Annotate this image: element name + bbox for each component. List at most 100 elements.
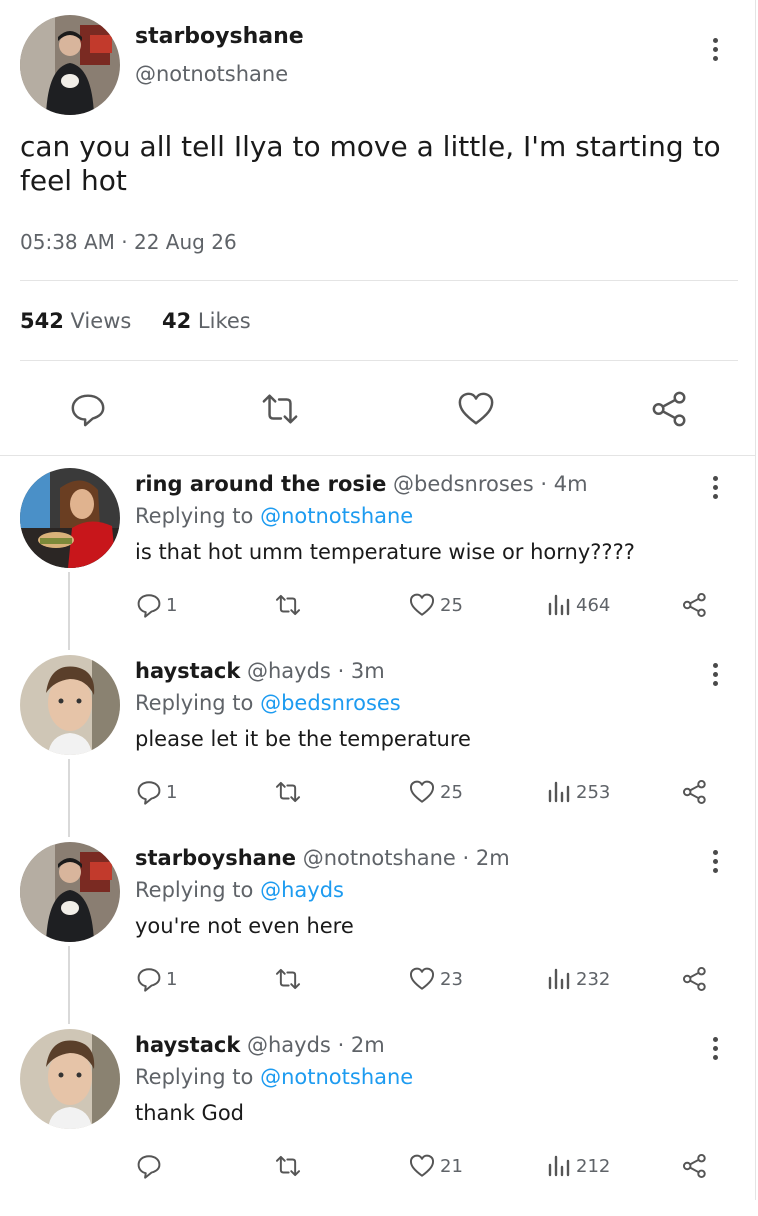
reply-time: · 4m [540, 472, 588, 496]
views-icon [548, 594, 570, 616]
like-count: 21 [440, 1155, 463, 1177]
reply-share-button[interactable] [682, 592, 708, 618]
reply-share-button[interactable] [682, 779, 708, 805]
replying-mention-link[interactable]: @hayds [260, 878, 344, 902]
reply-comment-button[interactable]: 1 [136, 966, 177, 992]
reply-author-name[interactable]: starboyshane [135, 846, 296, 870]
reply-like-button[interactable]: 25 [408, 779, 463, 805]
comment-icon [137, 1155, 161, 1179]
replying-to: Replying to @notnotshane [135, 1065, 413, 1089]
reply-item[interactable]: ring around the rosie @bedsnroses · 4m R… [0, 468, 758, 655]
replying-to: Replying to @bedsnroses [135, 691, 401, 715]
reply-handle[interactable]: @bedsnroses [393, 472, 534, 496]
reply-like-button[interactable]: 23 [408, 966, 463, 992]
heart-icon [409, 780, 435, 803]
share-icon [682, 1153, 706, 1179]
reply-views-button[interactable]: 232 [546, 966, 610, 992]
reply-time: · 2m [462, 846, 510, 870]
like-count: 25 [440, 781, 463, 803]
views-count: 464 [576, 594, 611, 616]
reply-handle[interactable]: @hayds [247, 1033, 331, 1057]
views-label[interactable]: Views [71, 309, 132, 333]
replying-prefix: Replying to [135, 1065, 254, 1089]
views-count[interactable]: 542 [20, 309, 64, 333]
more-options-icon[interactable] [712, 38, 720, 65]
reply-item[interactable]: haystack @hayds · 2m Replying to @notnot… [0, 1029, 758, 1216]
avatar[interactable] [20, 1029, 120, 1129]
reply-author-name[interactable]: ring around the rosie [135, 472, 386, 496]
share-icon [682, 592, 706, 618]
avatar[interactable] [20, 15, 120, 115]
reply-share-button[interactable] [682, 966, 708, 992]
reply-text: you're not even here [135, 914, 354, 938]
reply-item[interactable]: haystack @hayds · 3m Replying to @bedsnr… [0, 655, 758, 842]
reply-retweet-button[interactable] [272, 779, 304, 805]
replying-mention-link[interactable]: @bedsnroses [260, 691, 401, 715]
replying-prefix: Replying to [135, 691, 254, 715]
views-icon [548, 781, 570, 803]
reply-header: haystack @hayds · 3m [135, 659, 385, 683]
replying-mention-link[interactable]: @notnotshane [260, 504, 413, 528]
comment-icon [137, 594, 161, 618]
likes-count[interactable]: 42 [162, 309, 191, 333]
heart-icon[interactable] [457, 390, 495, 428]
retweet-icon[interactable] [261, 390, 299, 428]
reply-author-name[interactable]: haystack [135, 1033, 240, 1057]
divider [20, 280, 738, 281]
tweet-text: can you all tell Ilya to move a little, … [20, 130, 721, 197]
reply-comment-button[interactable]: 1 [136, 779, 177, 805]
tweet-thread-page: starboyshane @notnotshane can you all te… [0, 0, 758, 1200]
reply-handle[interactable]: @hayds [247, 659, 331, 683]
retweet-icon [275, 594, 301, 616]
author-handle[interactable]: @notnotshane [135, 62, 288, 86]
more-options-icon[interactable] [712, 663, 720, 690]
replying-mention-link[interactable]: @notnotshane [260, 1065, 413, 1089]
more-options-icon[interactable] [712, 850, 720, 877]
reply-header: haystack @hayds · 2m [135, 1033, 385, 1057]
reply-handle[interactable]: @notnotshane [303, 846, 456, 870]
comment-icon[interactable] [69, 390, 107, 428]
heart-icon [409, 593, 435, 616]
reply-comment-button[interactable] [136, 1153, 166, 1179]
avatar[interactable] [20, 842, 120, 942]
reply-views-button[interactable]: 253 [546, 779, 610, 805]
reply-like-button[interactable]: 25 [408, 592, 463, 618]
reply-views-button[interactable]: 464 [546, 592, 610, 618]
comment-icon [137, 968, 161, 992]
retweet-icon [275, 968, 301, 990]
more-options-icon[interactable] [712, 1037, 720, 1064]
author-name[interactable]: starboyshane [135, 24, 304, 49]
reply-text: is that hot umm temperature wise or horn… [135, 540, 635, 564]
reply-share-button[interactable] [682, 1153, 708, 1179]
reply-views-button[interactable]: 212 [546, 1153, 610, 1179]
reply-retweet-button[interactable] [272, 592, 304, 618]
avatar[interactable] [20, 468, 120, 568]
reply-comment-button[interactable]: 1 [136, 592, 177, 618]
tweet-timestamp: 05:38 AM · 22 Aug 26 [20, 230, 237, 254]
reply-header: ring around the rosie @bedsnroses · 4m [135, 472, 588, 496]
more-options-icon[interactable] [712, 476, 720, 503]
share-icon[interactable] [651, 390, 689, 428]
reply-retweet-button[interactable] [272, 966, 304, 992]
views-icon [548, 968, 570, 990]
reply-time: · 2m [337, 1033, 385, 1057]
retweet-icon [275, 781, 301, 803]
heart-icon [409, 1154, 435, 1177]
likes-label[interactable]: Likes [198, 309, 251, 333]
avatar[interactable] [20, 655, 120, 755]
heart-icon [409, 967, 435, 990]
share-icon [682, 966, 706, 992]
retweet-icon [275, 1155, 301, 1177]
reply-like-button[interactable]: 21 [408, 1153, 463, 1179]
comment-count: 1 [166, 594, 178, 616]
reply-text: thank God [135, 1101, 245, 1125]
views-icon [548, 1155, 570, 1177]
like-count: 25 [440, 594, 463, 616]
divider [0, 455, 756, 456]
views-count: 212 [576, 1155, 611, 1177]
replying-prefix: Replying to [135, 504, 254, 528]
reply-text: please let it be the temperature [135, 727, 471, 751]
reply-author-name[interactable]: haystack [135, 659, 240, 683]
reply-retweet-button[interactable] [272, 1153, 304, 1179]
reply-item[interactable]: starboyshane @notnotshane · 2m Replying … [0, 842, 758, 1029]
